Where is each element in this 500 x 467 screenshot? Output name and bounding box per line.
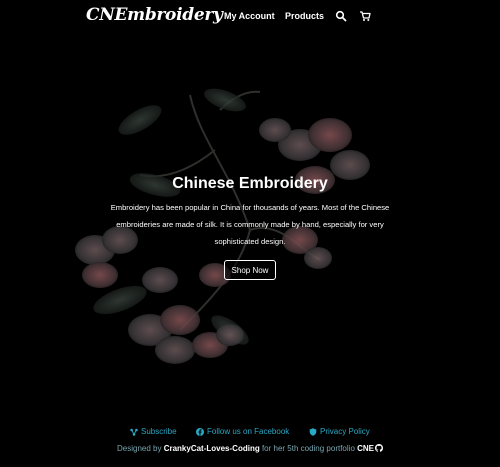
share-icon <box>130 428 138 436</box>
footer-facebook-label: Follow us on Facebook <box>207 427 290 436</box>
hero-description: Embroidery has been popular in China for… <box>110 203 390 246</box>
search-icon[interactable] <box>335 10 347 22</box>
github-icon[interactable] <box>375 444 383 452</box>
brand-logo[interactable]: CNEmbroidery <box>86 5 223 25</box>
page: CNEmbroidery My Account Products Chinese… <box>0 0 500 467</box>
credit-author-link[interactable]: CrankyCat-Loves-Coding <box>164 444 260 453</box>
shop-now-button[interactable]: Shop Now <box>224 260 276 280</box>
footer-privacy-label: Privacy Policy <box>320 427 370 436</box>
footer-privacy-link[interactable]: Privacy Policy <box>309 427 370 436</box>
cart-icon[interactable] <box>359 10 371 22</box>
footer-subscribe-label: Subscribe <box>141 427 177 436</box>
footer-credit: Designed by CrankyCat-Loves-Coding for h… <box>0 444 500 453</box>
credit-prefix: Designed by <box>117 444 164 453</box>
footer-subscribe-link[interactable]: Subscribe <box>130 427 177 436</box>
footer-links: Subscribe Follow us on Facebook Privacy … <box>0 427 500 439</box>
credit-project-link[interactable]: CNE <box>357 444 374 453</box>
credit-middle: for her 5th coding portfolio <box>259 444 358 453</box>
hero-title: Chinese Embroidery <box>172 175 328 192</box>
facebook-icon <box>196 427 204 436</box>
nav-my-account[interactable]: My Account <box>224 11 275 21</box>
nav-products[interactable]: Products <box>285 11 324 21</box>
navbar: CNEmbroidery My Account Products <box>0 0 500 34</box>
shield-icon <box>309 427 317 436</box>
footer-facebook-link[interactable]: Follow us on Facebook <box>196 427 289 436</box>
